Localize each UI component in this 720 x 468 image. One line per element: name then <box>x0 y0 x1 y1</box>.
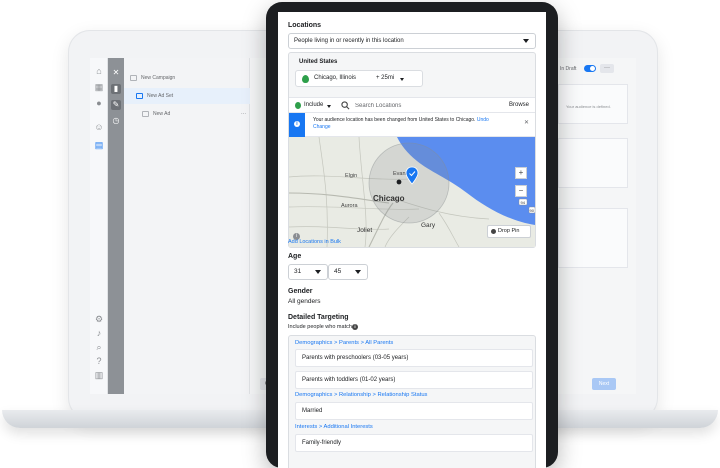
notice-text: Your audience location has been changed … <box>313 117 503 131</box>
targeting-item[interactable]: Parents with preschoolers (03-05 years) <box>295 349 533 367</box>
folder-icon <box>130 74 137 81</box>
nav-rail: ⌂ ▦ ● ☺ ▤ ⚙ ♪ ⌕ ? ▥ <box>90 58 108 394</box>
location-mode-select[interactable]: People living in or recently in this loc… <box>288 33 536 49</box>
gear-icon[interactable]: ⚙ <box>94 314 104 324</box>
location-search-input[interactable] <box>355 101 495 111</box>
help-icon[interactable]: ? <box>94 356 104 366</box>
map-shield-94-label: 94 <box>521 200 526 205</box>
tree-item-campaign[interactable]: New Campaign <box>124 70 250 86</box>
avatar-icon[interactable]: ● <box>94 98 104 108</box>
report-icon[interactable]: ▥ <box>94 370 104 380</box>
tree-label: New Ad <box>153 111 171 117</box>
include-pin-icon <box>295 102 301 109</box>
tablet-screen: Locations People living in or recently i… <box>278 12 546 468</box>
locations-label: Locations <box>288 22 322 29</box>
radius-circle <box>368 142 450 224</box>
draft-status: In Draft <box>560 66 577 72</box>
map-label-aurora: Aurora <box>341 203 358 209</box>
city-name: Chicago, Illinois <box>314 75 357 81</box>
drop-pin-button[interactable]: Drop Pin <box>487 225 531 238</box>
draft-toggle[interactable] <box>584 65 596 72</box>
detailed-targeting-box: Demographics > Parents > All Parents Par… <box>288 335 536 468</box>
chevron-down-icon <box>327 105 331 108</box>
tree-label: New Ad Set <box>147 93 174 99</box>
info-icon: i <box>294 121 300 127</box>
results-card <box>558 208 628 268</box>
age-min-select[interactable]: 31 <box>288 264 328 280</box>
estimate-card <box>558 138 628 188</box>
search-icon <box>341 101 350 110</box>
map-label-chicago: Chicago <box>373 194 405 203</box>
search-icon[interactable]: ⌕ <box>94 342 104 352</box>
country-label: United States <box>299 59 338 65</box>
chevron-down-icon <box>315 270 321 274</box>
include-match-label: Include people who match <box>288 324 352 330</box>
map-shield-90-label: 90 <box>530 208 535 213</box>
clock-icon[interactable]: ◷ <box>111 116 121 126</box>
zoom-in-icon[interactable]: + <box>515 167 527 179</box>
tree-item-ad[interactable]: New Ad ··· <box>124 106 250 122</box>
campaign-tree: New Campaign New Ad Set New Ad ··· <box>124 58 250 394</box>
targeting-path[interactable]: Demographics > Relationship > Relationsh… <box>295 392 427 398</box>
age-min-value: 31 <box>294 268 302 275</box>
bell-icon[interactable]: ♪ <box>94 328 104 338</box>
chevron-down-icon <box>355 270 361 274</box>
grid-icon[interactable]: ▦ <box>94 82 104 92</box>
tree-item-adset[interactable]: New Ad Set <box>124 88 250 104</box>
table-icon[interactable]: ▤ <box>94 140 104 150</box>
gender-value[interactable]: All genders <box>288 298 321 305</box>
tree-label: New Campaign <box>141 75 176 81</box>
include-select[interactable]: Include <box>304 102 323 108</box>
pencil-icon[interactable]: ✎ <box>111 100 121 110</box>
close-icon[interactable]: ✕ <box>111 68 121 78</box>
more-button[interactable]: ··· <box>600 64 614 73</box>
location-notice: i Your audience location has been change… <box>289 113 535 137</box>
location-search-row: Include Browse <box>289 97 535 113</box>
close-icon[interactable]: ✕ <box>524 119 529 126</box>
browse-button[interactable]: Browse <box>509 102 529 108</box>
map-label-elgin: Elgin <box>345 173 357 179</box>
map-label-gary: Gary <box>421 222 436 229</box>
city-pill[interactable]: Chicago, Illinois + 25mi <box>295 70 423 87</box>
gender-label: Gender <box>288 288 313 295</box>
age-max-value: 45 <box>334 268 342 275</box>
zoom-out-icon[interactable]: − <box>515 185 527 197</box>
add-locations-bulk-link[interactable]: Add Locations in Bulk <box>288 239 341 245</box>
targeting-item[interactable]: Parents with toddlers (01-02 years) <box>295 371 533 389</box>
chart-icon[interactable]: ▮ <box>111 84 121 94</box>
editor-strip: ✕ ▮ ✎ ◷ <box>108 58 124 394</box>
radius-value[interactable]: + 25mi <box>376 75 394 81</box>
mockup-stage: ⌂ ▦ ● ☺ ▤ ⚙ ♪ ⌕ ? ▥ ✕ ▮ ✎ ◷ New Campaign… <box>0 0 720 468</box>
chevron-down-icon <box>400 78 404 81</box>
next-button[interactable]: Next <box>592 378 616 390</box>
age-label: Age <box>288 253 302 260</box>
location-box: United States Chicago, Illinois + 25mi I… <box>288 52 536 248</box>
home-icon[interactable]: ⌂ <box>94 66 104 76</box>
chevron-down-icon <box>523 39 529 43</box>
targeting-item[interactable]: Married <box>295 402 533 420</box>
pin-icon <box>491 229 496 234</box>
detailed-targeting-label: Detailed Targeting <box>288 314 349 321</box>
more-icon[interactable]: ··· <box>241 106 246 122</box>
map-label-joliet: Joliet <box>357 227 372 234</box>
location-pin-icon <box>302 75 309 83</box>
notice-message: Your audience location has been changed … <box>313 117 476 123</box>
ad-icon <box>142 110 149 117</box>
info-icon[interactable]: i <box>352 324 358 330</box>
drop-pin-label: Drop Pin <box>498 228 520 234</box>
smiley-icon[interactable]: ☺ <box>94 122 104 132</box>
targeting-path[interactable]: Interests > Additional Interests <box>295 424 373 430</box>
location-mode-value: People living in or recently in this loc… <box>294 38 404 44</box>
grid-icon <box>136 92 143 99</box>
audience-text: Your audience is defined. <box>566 104 611 109</box>
targeting-path[interactable]: Demographics > Parents > All Parents <box>295 340 393 346</box>
location-map[interactable]: Evanston Elgin Chicago Aurora Joliet Gar… <box>289 137 535 247</box>
age-max-select[interactable]: 45 <box>328 264 368 280</box>
map-marker-dot <box>396 179 402 185</box>
targeting-item[interactable]: Family-friendly <box>295 434 533 452</box>
